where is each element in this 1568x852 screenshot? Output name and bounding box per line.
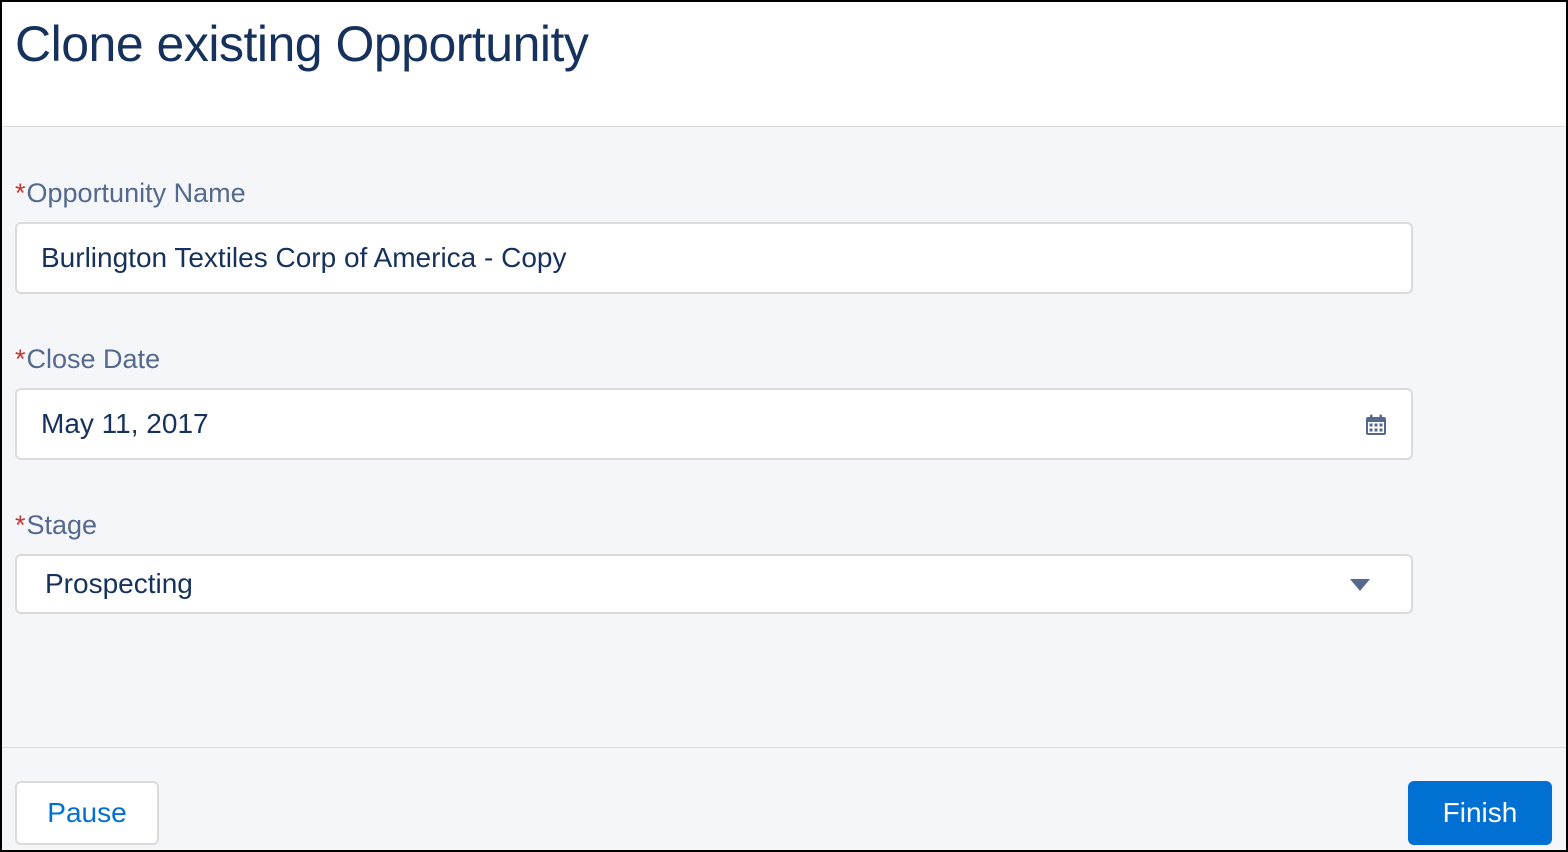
stage-value: Prospecting: [45, 568, 193, 599]
required-marker: *: [15, 510, 26, 540]
finish-button[interactable]: Finish: [1408, 781, 1552, 845]
opportunity-name-label: *Opportunity Name: [15, 177, 246, 209]
page-title: Clone existing Opportunity: [15, 16, 589, 72]
opportunity-name-label-text: Opportunity Name: [26, 178, 246, 208]
opportunity-name-value: Burlington Textiles Corp of America - Co…: [41, 242, 567, 273]
pause-button[interactable]: Pause: [15, 781, 159, 845]
required-marker: *: [15, 178, 26, 208]
chevron-down-icon: [1350, 579, 1370, 591]
stage-select[interactable]: Prospecting: [15, 554, 1413, 614]
close-date-label-text: Close Date: [26, 344, 161, 374]
modal-header: Clone existing Opportunity: [2, 2, 1566, 127]
flow-modal: Clone existing Opportunity *Opportunity …: [0, 0, 1568, 852]
modal-body: *Opportunity Name Burlington Textiles Co…: [2, 127, 1566, 748]
calendar-icon[interactable]: [1365, 414, 1387, 436]
opportunity-name-field[interactable]: Burlington Textiles Corp of America - Co…: [15, 222, 1413, 294]
required-marker: *: [15, 344, 26, 374]
close-date-label: *Close Date: [15, 343, 160, 375]
stage-label: *Stage: [15, 509, 97, 541]
close-date-value: May 11, 2017: [41, 408, 209, 439]
close-date-field[interactable]: May 11, 2017: [15, 388, 1413, 460]
modal-footer: Pause Finish: [2, 748, 1566, 850]
stage-label-text: Stage: [26, 510, 98, 540]
